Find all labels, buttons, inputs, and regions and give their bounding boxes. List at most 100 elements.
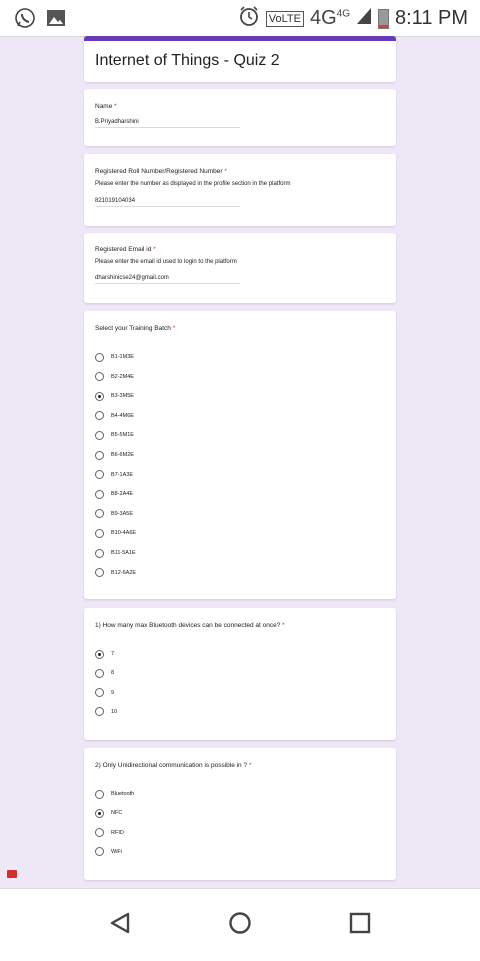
radio-button[interactable] [95, 789, 104, 799]
batch-option[interactable]: B7-1A3E [95, 469, 133, 481]
batch-option-label: B12-6A2E [111, 569, 137, 576]
batch-option[interactable]: B6-6M2E [95, 449, 134, 461]
bug-report-icon[interactable] [7, 870, 17, 878]
status-time: 8:11 PM [395, 7, 468, 29]
radio-button[interactable] [95, 509, 104, 519]
q2-option-label: WiFi [111, 848, 122, 855]
roll-label-text: Registered Roll Number/Registered Number [95, 168, 223, 175]
batch-option[interactable]: B5-5M1E [95, 429, 134, 441]
q2-option[interactable]: WiFi [95, 846, 122, 858]
home-icon[interactable] [228, 911, 252, 940]
form-header-card: Internet of Things - Quiz 2 [84, 36, 396, 82]
batch-option[interactable]: B10-4A6E [95, 527, 136, 539]
radio-button[interactable] [95, 688, 104, 698]
required-asterisk: * [114, 103, 117, 110]
batch-option-label: B9-3A5E [111, 510, 134, 517]
network-type: 4G4G [310, 7, 350, 30]
signal-icon [356, 7, 372, 30]
radio-button[interactable] [95, 391, 104, 401]
alarm-icon [238, 5, 260, 32]
q2-option[interactable]: Bluetooth [95, 788, 134, 800]
q2-label-text: 2) Only Unidirectional communication is … [95, 762, 248, 769]
radio-button[interactable] [95, 548, 104, 558]
question-email-label: Registered Email id * [95, 246, 385, 253]
email-label-text: Registered Email id [95, 246, 152, 253]
question-roll-card: Registered Roll Number/Registered Number… [84, 154, 396, 226]
email-description: Please enter the email id used to login … [95, 259, 237, 265]
batch-option-label: B11-5A1E [111, 550, 136, 556]
roll-description: Please enter the number as displayed in … [95, 181, 291, 187]
radio-button[interactable] [95, 808, 104, 818]
navigation-bar [0, 888, 480, 961]
radio-button[interactable] [95, 489, 104, 499]
volte-indicator: VoLTE [265, 10, 304, 27]
question-name-card: Name * B.Priyadharshini [84, 89, 396, 146]
batch-option-label: B8-2A4E [111, 491, 134, 498]
status-bar: VoLTE 4G4G 8:11 PM [0, 0, 480, 37]
q2-option-label: NFC [111, 810, 123, 817]
back-icon[interactable] [108, 911, 132, 940]
batch-option[interactable]: B2-2M4E [95, 371, 134, 383]
batch-option[interactable]: B8-2A4E [95, 488, 133, 500]
batch-option-label: B10-4A6E [111, 530, 137, 537]
q1-option-label: 8 [111, 670, 115, 677]
radio-button[interactable] [95, 847, 104, 857]
required-asterisk: * [172, 325, 176, 332]
batch-option[interactable]: B3-3M5E [95, 390, 134, 402]
q1-option[interactable]: 7 [95, 648, 114, 660]
battery-icon [378, 8, 389, 29]
q1-option[interactable]: 8 [95, 667, 114, 679]
batch-option-label: B7-1A3E [111, 471, 134, 478]
q2-option[interactable]: NFC [95, 807, 122, 819]
radio-button[interactable] [95, 649, 104, 659]
q1-option-label: 10 [111, 708, 118, 715]
batch-option-label: B5-5M1E [111, 432, 134, 439]
batch-label-text: Select your Training Batch [95, 325, 171, 332]
radio-button[interactable] [95, 668, 104, 678]
network-label: 4G [309, 7, 337, 29]
batch-option-label: B1-1M3E [111, 354, 134, 360]
radio-button[interactable] [95, 828, 104, 838]
question-batch-label: Select your Training Batch * [95, 325, 385, 332]
radio-button[interactable] [95, 568, 104, 578]
name-label-text: Name [95, 103, 113, 110]
question-1-card: 1) How many max Bluetooth devices can be… [84, 608, 396, 740]
batch-option-label: B2-2M4E [111, 373, 134, 380]
batch-option-label: B6-6M2E [111, 452, 134, 458]
radio-button[interactable] [95, 372, 104, 382]
required-asterisk: * [248, 762, 252, 769]
radio-button[interactable] [95, 352, 104, 362]
required-asterisk: * [153, 246, 156, 253]
question-batch-card: Select your Training Batch * B1-1M3E B2-2… [84, 311, 396, 599]
radio-button[interactable] [95, 528, 104, 538]
q1-option-label: 7 [111, 651, 115, 657]
radio-button[interactable] [95, 430, 104, 440]
batch-option-label: B4-4M6E [111, 412, 134, 419]
radio-button[interactable] [95, 450, 104, 460]
batch-option[interactable]: B1-1M3E [95, 351, 134, 363]
radio-button[interactable] [95, 411, 104, 421]
batch-option[interactable]: B9-3A5E [95, 508, 133, 520]
question-2-label: 2) Only Unidirectional communication is … [95, 762, 385, 769]
radio-button[interactable] [95, 470, 104, 480]
q1-option[interactable]: 10 [95, 706, 117, 718]
batch-option[interactable]: B4-4M6E [95, 410, 134, 422]
roll-number-field[interactable]: 821019104034 [95, 198, 240, 207]
email-field[interactable]: dharshinicse24@gmail.com [95, 275, 240, 284]
q2-option-label: RFID [111, 829, 124, 836]
network-sup: 4G [336, 8, 350, 20]
q1-option-label: 9 [111, 689, 115, 696]
name-field[interactable]: B.Priyadharshini [95, 119, 240, 128]
q1-label-text: 1) How many max Bluetooth devices can be… [95, 622, 281, 629]
q1-option[interactable]: 9 [95, 687, 114, 699]
batch-option[interactable]: B12-6A2E [95, 567, 136, 579]
gallery-icon [46, 9, 66, 32]
required-asterisk: * [282, 622, 285, 629]
question-email-card: Registered Email id * Please enter the e… [84, 233, 396, 303]
radio-button[interactable] [95, 707, 104, 717]
whatsapp-icon [14, 7, 36, 34]
q2-option[interactable]: RFID [95, 827, 124, 839]
q2-option-label: Bluetooth [111, 791, 135, 797]
batch-option[interactable]: B11-5A1E [95, 547, 136, 559]
recents-icon[interactable] [348, 911, 372, 940]
